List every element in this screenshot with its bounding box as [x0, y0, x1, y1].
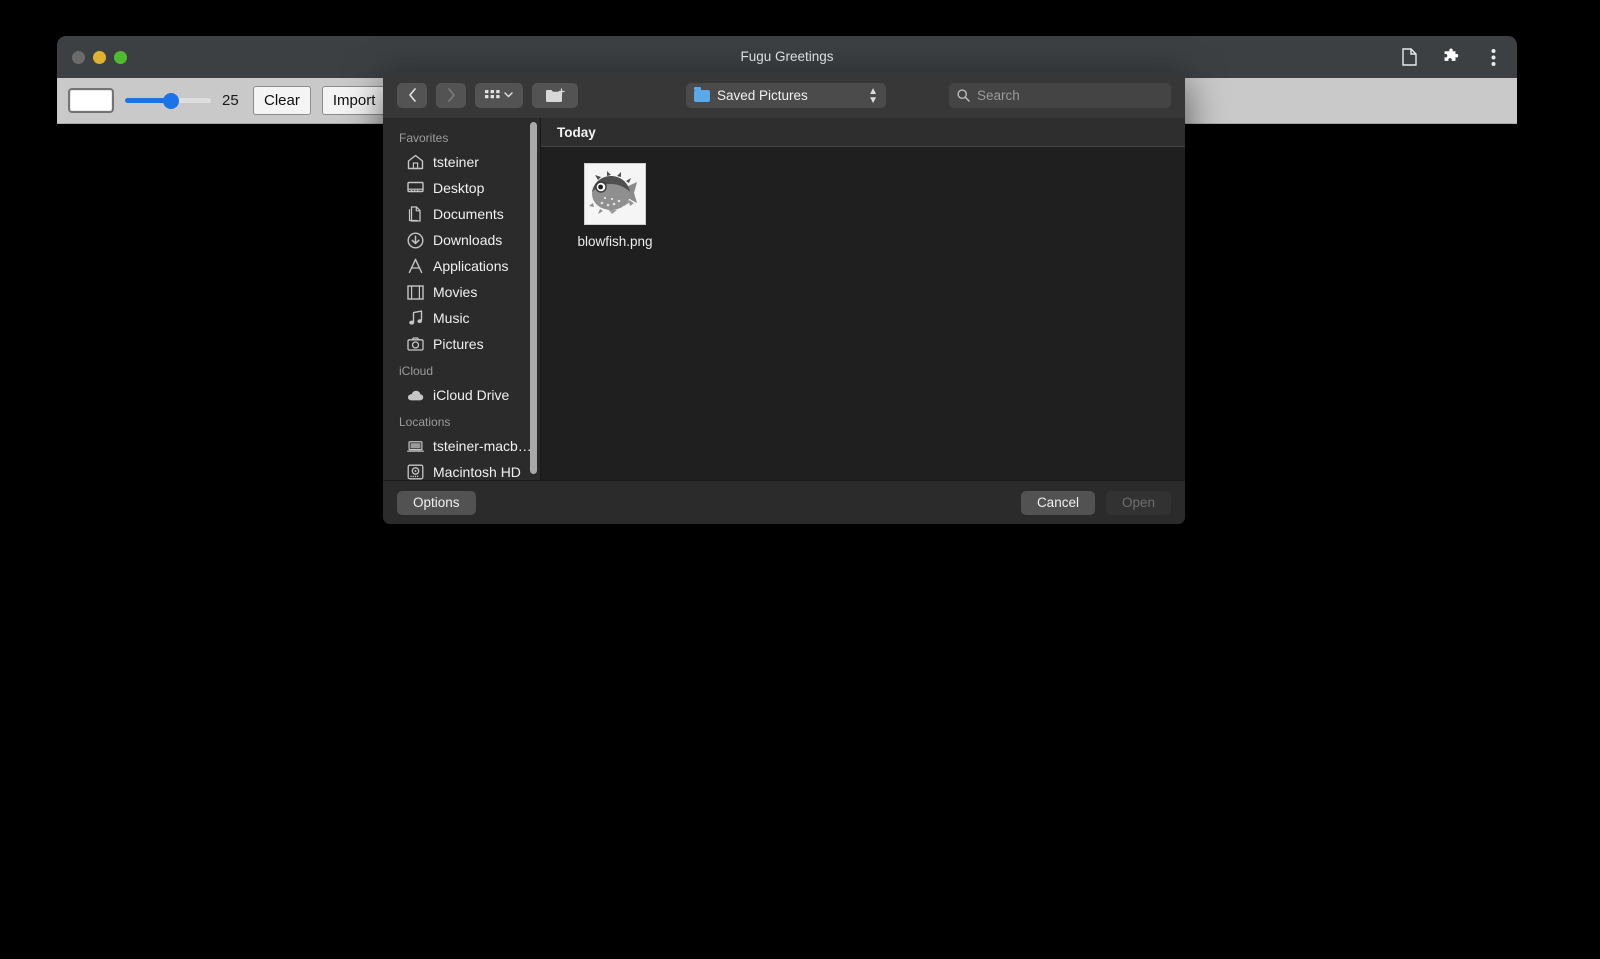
laptop-icon [407, 438, 424, 455]
more-vertical-icon[interactable] [1483, 47, 1503, 67]
footer-actions: Cancel Open [1020, 490, 1171, 515]
pictures-camera-icon [407, 336, 424, 353]
sidebar-item-label: Downloads [433, 232, 503, 248]
cancel-button[interactable]: Cancel [1020, 490, 1095, 515]
view-mode-grid-button[interactable] [475, 82, 523, 108]
sidebar-item-label: iCloud Drive [433, 387, 510, 403]
file-group-header: Today [541, 118, 1185, 147]
file-name-label: blowfish.png [577, 234, 653, 249]
sidebar-section-favorites-title: Favorites [399, 131, 449, 145]
sidebar-item-music[interactable]: Music [383, 305, 540, 331]
dialog-body: Favorites tsteiner Desktop Documents Dow… [383, 118, 1185, 480]
line-width-slider[interactable] [125, 91, 211, 111]
stepper-arrows-icon: ▲ ▼ [868, 85, 878, 106]
navigate-forward-button[interactable] [436, 82, 466, 108]
minimize-window-button[interactable] [93, 50, 106, 64]
harddisk-icon [407, 464, 424, 481]
dialog-sidebar: Favorites tsteiner Desktop Documents Dow… [383, 118, 540, 480]
sidebar-item-label: Music [433, 310, 470, 326]
music-icon [407, 310, 424, 327]
window-controls[interactable] [72, 36, 127, 78]
sidebar-item-movies[interactable]: Movies [383, 279, 540, 305]
folder-icon [694, 86, 710, 102]
sidebar-item-label: Movies [433, 284, 478, 300]
applications-icon [407, 258, 424, 275]
slider-thumb[interactable] [162, 92, 179, 109]
file-browser-pane: Today blowfish.png [540, 118, 1185, 480]
sidebar-item-tsteiner-macbook[interactable]: tsteiner-macb… [383, 433, 540, 459]
sidebar-item-macintosh-hd[interactable]: Macintosh HD [383, 459, 540, 480]
home-icon [407, 154, 424, 171]
movies-icon [407, 284, 424, 301]
sidebar-item-desktop[interactable]: Desktop [383, 175, 540, 201]
search-field[interactable]: Search [949, 83, 1171, 108]
open-button[interactable]: Open [1105, 490, 1171, 515]
sidebar-item-pictures[interactable]: Pictures [383, 331, 540, 357]
sidebar-item-label: Desktop [433, 180, 485, 196]
search-input[interactable]: Search [977, 88, 1020, 103]
navigate-back-button[interactable] [397, 82, 427, 108]
location-path-label: Saved Pictures [717, 88, 808, 103]
import-button[interactable]: Import [321, 86, 387, 115]
sidebar-section-icloud-title: iCloud [399, 364, 434, 378]
chevron-down-icon [504, 92, 513, 98]
sidebar-item-icloud-drive[interactable]: iCloud Drive [383, 382, 540, 408]
page-icon[interactable] [1399, 47, 1419, 67]
location-path-popup[interactable]: Saved Pictures ▲ ▼ [686, 83, 886, 108]
sidebar-item-documents[interactable]: Documents [383, 201, 540, 227]
color-picker-swatch[interactable] [68, 88, 114, 113]
maximize-window-button[interactable] [114, 50, 127, 64]
blowfish-thumbnail [584, 163, 646, 225]
clear-button[interactable]: Clear [253, 86, 311, 115]
search-icon [957, 89, 970, 102]
close-window-button[interactable] [72, 50, 85, 64]
cloud-icon [407, 387, 424, 404]
downloads-icon [407, 231, 424, 249]
new-folder-button[interactable] [532, 82, 578, 108]
dialog-footer: Options Cancel Open [383, 480, 1185, 524]
documents-icon [407, 205, 424, 223]
sidebar-scrollbar[interactable] [530, 122, 537, 474]
sidebar-item-applications[interactable]: Applications [383, 253, 540, 279]
file-open-dialog: Saved Pictures ▲ ▼ Search Favorites tstei… [383, 72, 1185, 524]
sidebar-item-label: tsteiner-macb… [433, 438, 532, 454]
slider-value-label: 25 [222, 92, 239, 109]
sidebar-item-label: tsteiner [433, 154, 479, 170]
sidebar-section-locations-title: Locations [399, 415, 451, 429]
file-item[interactable]: blowfish.png [563, 163, 667, 249]
sidebar-item-label: Documents [433, 206, 504, 222]
desktop-background: Fugu Greetings 25 Clear Import Saved Pic… [0, 0, 1600, 959]
sidebar-item-label: Applications [433, 258, 509, 274]
sidebar-item-label: Pictures [433, 336, 484, 352]
sidebar-item-label: Macintosh HD [433, 464, 521, 480]
sidebar-item-downloads[interactable]: Downloads [383, 227, 540, 253]
titlebar-actions [1399, 36, 1503, 78]
dialog-toolbar: Saved Pictures ▲ ▼ Search [383, 72, 1185, 118]
desktop-icon [407, 180, 424, 197]
file-grid: blowfish.png [541, 147, 1185, 249]
extensions-puzzle-icon[interactable] [1441, 47, 1461, 67]
options-button[interactable]: Options [397, 490, 476, 515]
sidebar-item-tsteiner[interactable]: tsteiner [383, 149, 540, 175]
